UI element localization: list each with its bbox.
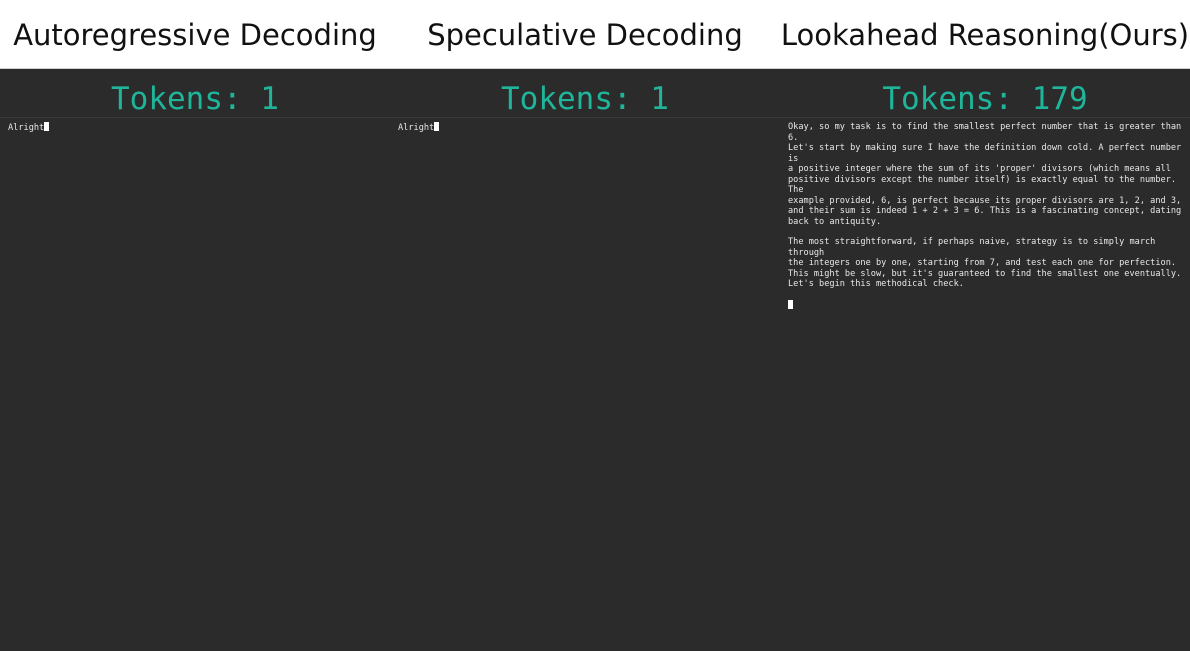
text-cursor-icon bbox=[434, 122, 440, 131]
title-speculative-decoding: Speculative Decoding bbox=[427, 18, 743, 52]
title-lookahead-reasoning: Lookahead Reasoning(Ours) bbox=[780, 18, 1190, 52]
comparison-header: Autoregressive Decoding Speculative Deco… bbox=[0, 0, 1190, 69]
token-counter-bar: Tokens: 1 bbox=[0, 69, 390, 118]
token-counter-bar: Tokens: 1 bbox=[390, 69, 780, 118]
token-count: Tokens: 179 bbox=[882, 81, 1088, 117]
token-count: Tokens: 1 bbox=[501, 81, 669, 117]
token-count: Tokens: 1 bbox=[111, 81, 279, 117]
generated-paragraph: Okay, so my task is to find the smallest… bbox=[788, 122, 1182, 227]
generated-text: Alright bbox=[8, 123, 45, 133]
generated-text-stream: Alright bbox=[8, 122, 384, 134]
cursor-line bbox=[788, 299, 1184, 312]
text-cursor-icon bbox=[44, 122, 50, 131]
panel-lookahead-reasoning: Tokens: 179 Okay, so my task is to find … bbox=[780, 69, 1190, 651]
generated-text-stream: Alright bbox=[398, 122, 774, 134]
text-cursor-icon bbox=[788, 299, 793, 309]
token-counter-bar: Tokens: 179 bbox=[780, 69, 1190, 118]
generated-text: Alright bbox=[398, 123, 435, 133]
generated-paragraph: The most straightforward, if perhaps nai… bbox=[788, 237, 1182, 289]
generated-text-stream: Okay, so my task is to find the smallest… bbox=[788, 122, 1184, 311]
panel-autoregressive: Tokens: 1 Alright bbox=[0, 69, 390, 651]
panel-speculative: Tokens: 1 Alright bbox=[390, 69, 780, 651]
title-autoregressive-decoding: Autoregressive Decoding bbox=[13, 18, 377, 52]
